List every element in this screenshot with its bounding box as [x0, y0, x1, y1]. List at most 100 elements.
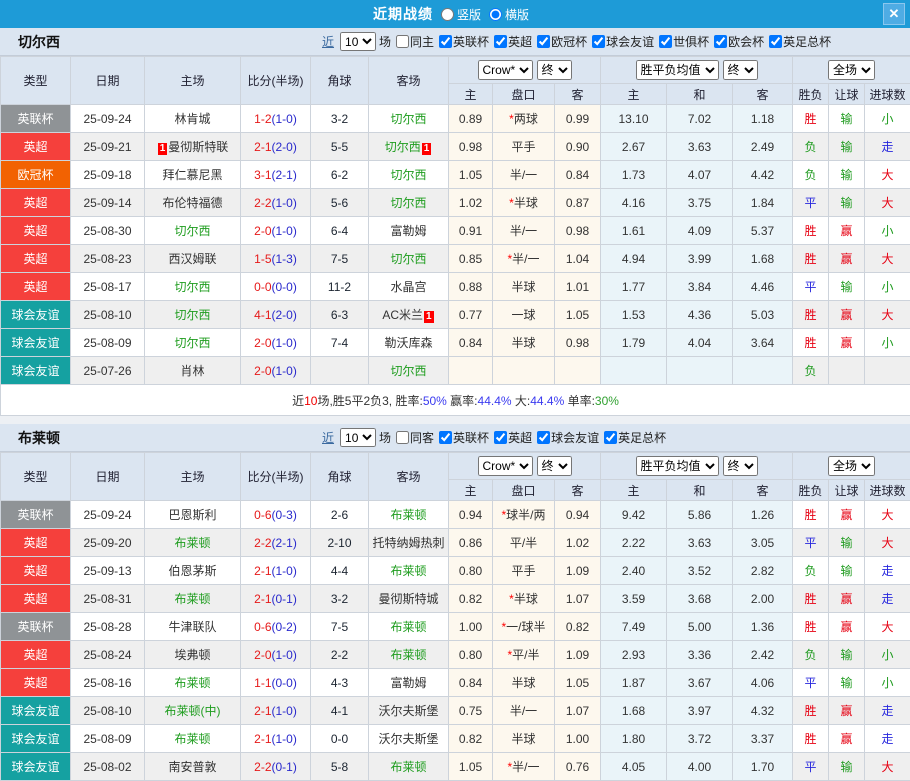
summary-segment: 近 — [292, 394, 304, 408]
league-label: 世俱杯 — [673, 33, 709, 50]
euro-draw-odds: 3.68 — [667, 585, 733, 613]
recent-link[interactable]: 近 — [322, 429, 334, 446]
match-row: 英超25-09-211曼彻斯特联2-1(2-0)5-5切尔西10.98平手0.9… — [1, 133, 910, 161]
euro-home-odds: 1.87 — [601, 669, 667, 697]
league-label: 英联杯 — [453, 429, 489, 446]
league-filter: 欧会杯 — [709, 33, 764, 50]
layout-vertical-option[interactable]: 竖版 — [441, 6, 481, 23]
league-checkbox[interactable] — [537, 35, 550, 48]
league-checkbox[interactable] — [714, 35, 727, 48]
away-team-name: 勒沃库森 — [384, 336, 432, 350]
bookmaker-select[interactable]: Crow* — [478, 60, 533, 80]
layout-horizontal-option[interactable]: 横版 — [489, 6, 529, 23]
sub-column-header: 客 — [733, 84, 793, 105]
fulltime-score: 2-1 — [254, 140, 271, 154]
bookmaker-select[interactable]: Crow* — [478, 456, 533, 476]
summary-segment: 大: — [512, 394, 531, 408]
handicap-away-odds: 1.05 — [555, 669, 601, 697]
euro-draw-odds: 7.02 — [667, 105, 733, 133]
away-team: 富勒姆 — [369, 217, 449, 245]
same-venue-checkbox[interactable] — [396, 35, 409, 48]
match-row: 球会友谊25-08-09切尔西2-0(1-0)7-4勒沃库森0.84半球0.98… — [1, 329, 910, 357]
recent-link[interactable]: 近 — [322, 33, 334, 50]
league-checkbox[interactable] — [604, 431, 617, 444]
match-type-badge: 欧冠杯 — [1, 161, 71, 189]
handicap-line: *半/一 — [493, 245, 555, 273]
league-checkbox[interactable] — [439, 35, 452, 48]
match-row: 球会友谊25-08-10布莱顿(中)2-1(1-0)4-1沃尔夫斯堡0.75半/… — [1, 697, 910, 725]
halftime-score: (1-0) — [272, 336, 297, 350]
match-date: 25-08-09 — [71, 329, 145, 357]
euro-home-odds: 2.22 — [601, 529, 667, 557]
league-filter: 英联杯 — [434, 429, 489, 446]
handicap-line: *半球 — [493, 585, 555, 613]
league-checkbox[interactable] — [494, 35, 507, 48]
sub-column-header: 和 — [667, 480, 733, 501]
handicap-line: *平/半 — [493, 641, 555, 669]
result-scope-group-header: 全场 — [793, 453, 910, 480]
summary-segment: 44.4% — [530, 394, 564, 408]
same-venue-checkbox[interactable] — [396, 431, 409, 444]
corners: 6-4 — [311, 217, 369, 245]
match-date: 25-09-18 — [71, 161, 145, 189]
league-checkbox[interactable] — [659, 35, 672, 48]
close-icon[interactable]: ✕ — [883, 3, 905, 25]
euro-home-odds: 1.80 — [601, 725, 667, 753]
horizontal-radio[interactable] — [489, 8, 502, 21]
handicap-result: 输 — [829, 105, 865, 133]
halftime-score: (1-0) — [272, 196, 297, 210]
match-scope-select[interactable]: 全场 — [828, 456, 875, 476]
goals-result: 大 — [865, 301, 910, 329]
home-team-name: 南安普敦 — [168, 760, 216, 774]
column-header: 客场 — [369, 57, 449, 105]
win-loss-result: 平 — [793, 189, 829, 217]
euro-time-select[interactable]: 终 — [723, 456, 758, 476]
handicap-away-odds: 0.98 — [555, 217, 601, 245]
away-team: 富勒姆 — [369, 669, 449, 697]
away-team: 布莱顿 — [369, 641, 449, 669]
recent-count-select[interactable]: 10 — [340, 32, 376, 51]
match-type-badge: 英超 — [1, 133, 71, 161]
euro-home-odds: 2.93 — [601, 641, 667, 669]
win-loss-result: 胜 — [793, 697, 829, 725]
recent-count-select[interactable]: 10 — [340, 428, 376, 447]
halftime-score: (2-1) — [272, 168, 297, 182]
corners: 11-2 — [311, 273, 369, 301]
handicap-away-odds: 1.04 — [555, 245, 601, 273]
euro-home-odds: 1.77 — [601, 273, 667, 301]
euro-home-odds — [601, 357, 667, 385]
match-scope-select[interactable]: 全场 — [828, 60, 875, 80]
team-section: 切尔西近10场同主英联杯英超欧冠杯球会友谊世俱杯欧会杯英足总杯类型日期主场比分(… — [0, 28, 910, 416]
score: 0-6(0-2) — [241, 613, 311, 641]
league-checkbox[interactable] — [592, 35, 605, 48]
home-team-name: 布莱顿 — [174, 676, 210, 690]
league-checkbox[interactable] — [537, 431, 550, 444]
euro-away-odds: 1.26 — [733, 501, 793, 529]
euro-home-odds: 13.10 — [601, 105, 667, 133]
euro-time-select[interactable]: 终 — [723, 60, 758, 80]
match-type-badge: 球会友谊 — [1, 357, 71, 385]
score: 2-2(1-0) — [241, 189, 311, 217]
odds-time-select[interactable]: 终 — [537, 60, 572, 80]
euro-draw-odds: 3.97 — [667, 697, 733, 725]
halftime-score: (1-0) — [272, 112, 297, 126]
away-team-name: 切尔西 — [390, 168, 426, 182]
odds-time-select[interactable]: 终 — [537, 456, 572, 476]
match-type-badge: 英超 — [1, 189, 71, 217]
halftime-score: (2-1) — [272, 536, 297, 550]
match-type-badge: 球会友谊 — [1, 725, 71, 753]
match-date: 25-08-28 — [71, 613, 145, 641]
match-type-badge: 英超 — [1, 641, 71, 669]
league-checkbox[interactable] — [769, 35, 782, 48]
vertical-radio[interactable] — [441, 8, 454, 21]
euro-avg-select[interactable]: 胜平负均值 — [636, 60, 719, 80]
away-team-name: 切尔西 — [390, 364, 426, 378]
same-venue-filter: 同客 — [391, 429, 434, 446]
league-checkbox[interactable] — [494, 431, 507, 444]
handicap-line: *半球 — [493, 189, 555, 217]
home-team-name: 牛津联队 — [168, 620, 216, 634]
league-checkbox[interactable] — [439, 431, 452, 444]
euro-home-odds: 2.40 — [601, 557, 667, 585]
euro-avg-select[interactable]: 胜平负均值 — [636, 456, 719, 476]
euro-draw-odds: 4.07 — [667, 161, 733, 189]
